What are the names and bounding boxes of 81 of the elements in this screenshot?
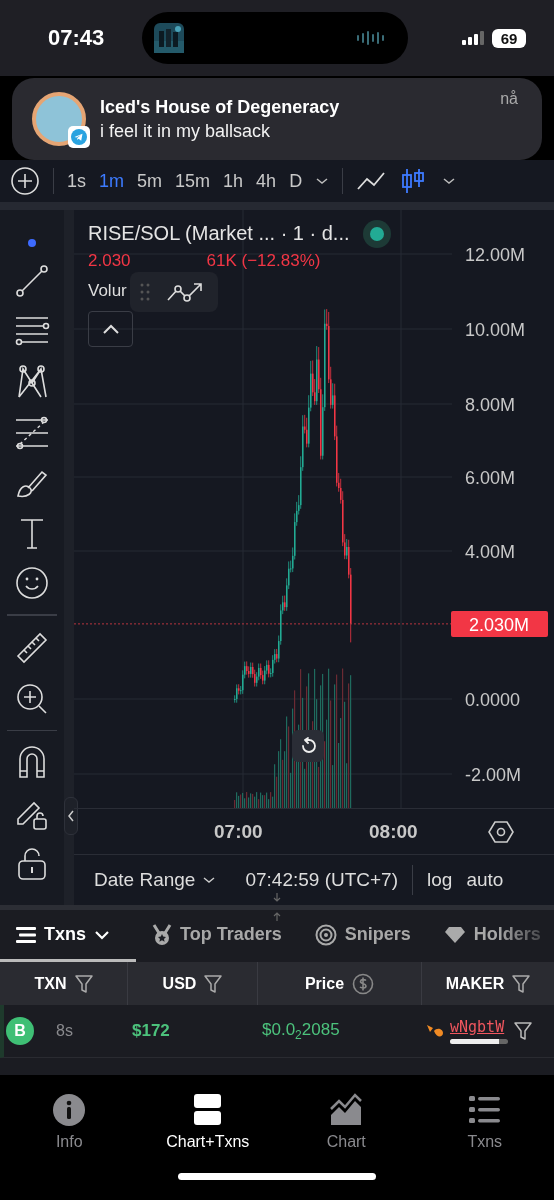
price-change: 61K (−12.83%): [206, 251, 321, 271]
area-chart-icon: [328, 1093, 364, 1127]
notification-banner[interactable]: Iced's House of Degeneracy i feel it in my ballsack nå: [12, 78, 542, 160]
dollar-circle-icon[interactable]: [352, 972, 375, 995]
axis-label: 4.00M: [465, 542, 516, 562]
interval-option[interactable]: 4h: [256, 170, 277, 192]
interval-option[interactable]: D: [289, 170, 303, 192]
axis-label: 12.00M: [465, 245, 526, 265]
signal-icon: [462, 31, 484, 45]
chevron-down-icon[interactable]: [442, 176, 457, 186]
cursor-dot-icon[interactable]: [27, 238, 37, 248]
interval-option[interactable]: 1m: [99, 170, 125, 192]
interval-option[interactable]: 15m: [175, 170, 211, 192]
chevron-down-icon: [203, 876, 216, 884]
filter-icon[interactable]: [204, 974, 223, 993]
add-icon[interactable]: [10, 166, 40, 196]
chart-title: RISE/SOL (Market ... · 1 · d...: [88, 222, 350, 245]
emoji-icon[interactable]: [15, 566, 49, 600]
magnet-icon[interactable]: [16, 745, 48, 779]
column-header[interactable]: MAKER: [422, 962, 554, 1005]
telegram-icon: [68, 126, 90, 148]
filter-icon[interactable]: [512, 974, 531, 993]
tab[interactable]: Snipers: [298, 910, 428, 962]
collapse-button[interactable]: [88, 311, 133, 347]
interval-option[interactable]: 1s: [67, 170, 86, 192]
side-badge: B: [6, 1017, 34, 1045]
axis-label: -2.00M: [465, 765, 522, 785]
scale-option[interactable]: log: [427, 869, 453, 891]
chevron-up-icon: [101, 323, 120, 335]
axis-label: 07:00: [214, 821, 263, 843]
tab[interactable]: Top Traders: [136, 910, 299, 962]
axis-label: 08:00: [369, 821, 418, 843]
table-cell: $0.0$_{2}$2085: [262, 1019, 340, 1043]
reset-icon: [299, 737, 317, 755]
nav-tab[interactable]: Info: [0, 1093, 139, 1151]
target-icon: [314, 923, 337, 946]
parallel-lines-icon[interactable]: [14, 314, 50, 348]
zoom-in-icon[interactable]: [15, 681, 49, 716]
trend-line-icon[interactable]: [15, 264, 49, 298]
resize-arrows-icon[interactable]: [271, 893, 283, 921]
axis-label: 0.0000: [465, 690, 521, 710]
battery-indicator: 69: [492, 28, 526, 48]
axis-label: 6.00M: [465, 468, 516, 488]
chevron-down-icon[interactable]: [315, 176, 330, 186]
nav-tab[interactable]: Txns: [415, 1093, 554, 1151]
price-tag: 2.030M: [451, 610, 548, 637]
interval-option[interactable]: 1h: [223, 170, 244, 192]
chevron-left-icon: [67, 809, 75, 823]
holding-bar: [450, 1039, 508, 1044]
settings-icon[interactable]: [488, 820, 514, 844]
interval-option[interactable]: 5m: [137, 170, 163, 192]
list-icon: [16, 925, 36, 944]
waveform-icon: [356, 30, 386, 46]
notification-time: nå: [500, 90, 518, 108]
nav-tab[interactable]: Chart+Txns: [138, 1093, 277, 1151]
scale-option[interactable]: auto: [466, 869, 504, 891]
filter-icon[interactable]: [74, 974, 93, 993]
fibonacci-icon[interactable]: [14, 416, 50, 450]
table-cell: 8s: [56, 1022, 73, 1040]
axis-label: 8.00M: [465, 395, 516, 415]
clock-time: 07:42:59 (UTC+7): [245, 869, 398, 891]
collapse-handle[interactable]: [64, 797, 78, 835]
axis-label: 10.00M: [465, 320, 526, 340]
drag-handle-icon[interactable]: [140, 283, 150, 301]
medal-icon: [152, 923, 172, 946]
notification-title: Iced's House of Degeneracy: [100, 96, 340, 118]
reset-button[interactable]: [292, 730, 324, 762]
lock-icon[interactable]: [16, 847, 48, 881]
wallet-link[interactable]: wNgbtW: [450, 1018, 508, 1036]
info-icon: [51, 1093, 87, 1127]
date-range-dropdown[interactable]: Date Range: [94, 869, 216, 891]
chevron-down-icon: [94, 929, 110, 940]
volume-label: Volur: [88, 281, 127, 301]
filter-icon[interactable]: [514, 1022, 532, 1040]
price-change: 2.030: [88, 251, 131, 271]
diamond-icon: [443, 925, 466, 944]
table-cell: $172: [132, 1021, 170, 1041]
notification-message: i feel it in my ballsack: [100, 120, 272, 142]
clock-time: 07:43: [48, 25, 106, 51]
tab[interactable]: Holders: [427, 910, 545, 962]
nav-tab[interactable]: Chart: [277, 1093, 416, 1151]
